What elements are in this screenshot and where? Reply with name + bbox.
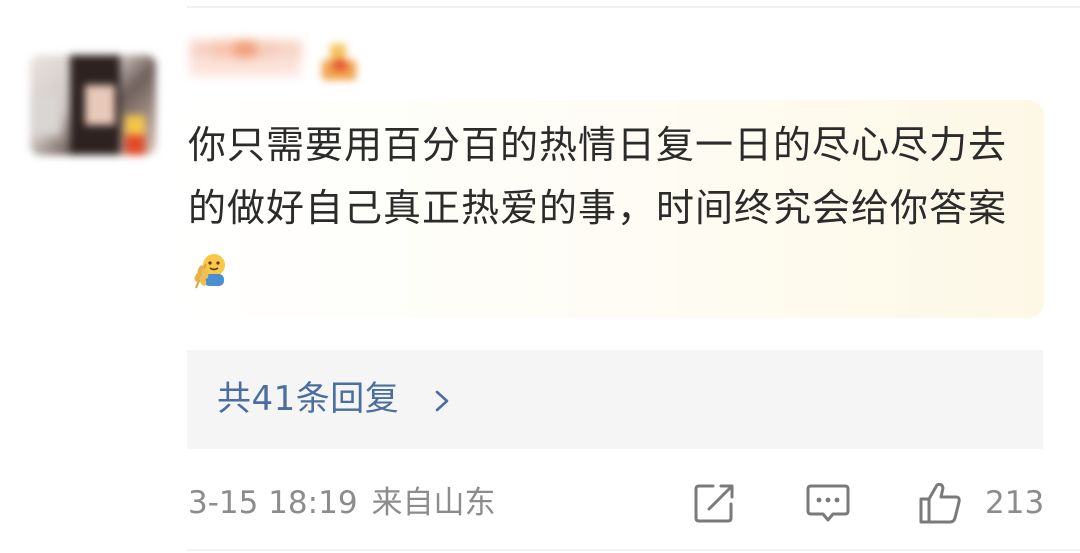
edit-icon[interactable] bbox=[691, 480, 737, 526]
thumbs-up-icon[interactable] bbox=[917, 480, 963, 526]
comment-time: 3-15 18:19 bbox=[188, 485, 358, 521]
bottom-divider bbox=[187, 549, 1080, 551]
username[interactable] bbox=[190, 40, 310, 82]
user-badge-icon bbox=[322, 44, 360, 82]
comment-meta: 3-15 18:19 来自山东 bbox=[188, 483, 496, 523]
comment-body: 你只需要用百分百的热情日复一日的尽心尽力去的做好自己真正热爱的事，时间终究会给你… bbox=[188, 114, 1018, 303]
view-replies-button[interactable]: 共41条回复 bbox=[187, 350, 1043, 449]
like-count: 213 bbox=[985, 485, 1045, 521]
comment-text: 你只需要用百分百的热情日复一日的尽心尽力去的做好自己真正热爱的事，时间终究会给你… bbox=[188, 123, 1008, 230]
hugging-wheat-emoji-icon bbox=[190, 246, 230, 289]
top-divider bbox=[187, 6, 1080, 8]
comment-icon[interactable] bbox=[805, 480, 851, 526]
avatar[interactable] bbox=[30, 55, 156, 155]
comment-card: 你只需要用百分百的热情日复一日的尽心尽力去的做好自己真正热爱的事，时间终究会给你… bbox=[0, 0, 1080, 553]
chevron-right-icon bbox=[435, 390, 449, 412]
replies-count-label: 共41条回复 bbox=[217, 379, 400, 419]
comment-location: 来自山东 bbox=[371, 485, 496, 521]
